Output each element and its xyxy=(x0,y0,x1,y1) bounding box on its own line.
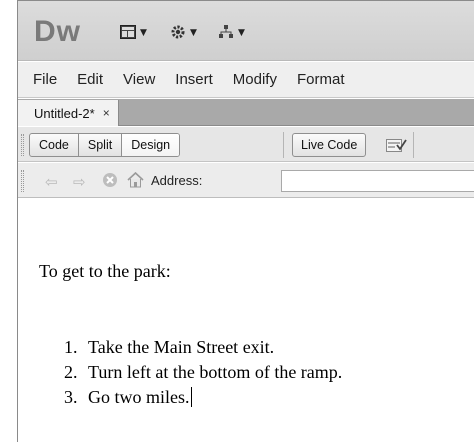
toolbar-grip[interactable] xyxy=(21,170,24,192)
inspect-icon[interactable] xyxy=(386,136,408,158)
ordered-list: Take the Main Street exit. Turn left at … xyxy=(58,335,342,410)
chevron-down-icon: ▼ xyxy=(190,28,197,38)
dw-logo: Dw xyxy=(34,15,81,48)
toolbar-divider xyxy=(413,132,414,158)
back-arrow-icon[interactable]: ⇦ xyxy=(45,173,58,191)
layout-icon xyxy=(120,24,136,42)
design-view-canvas[interactable]: To get to the park: Take the Main Street… xyxy=(18,199,474,443)
text-cursor xyxy=(190,387,192,407)
stop-icon[interactable] xyxy=(102,172,118,192)
menu-view[interactable]: View xyxy=(123,71,155,88)
live-code-button[interactable]: Live Code xyxy=(292,133,367,157)
app-bar: Dw ▼ ▼ ▼ xyxy=(18,1,474,61)
dreamweaver-window: Dw ▼ ▼ ▼ File Edit View Insert Modify Fo… xyxy=(17,0,474,443)
gear-icon xyxy=(170,24,186,43)
layout-menu-button[interactable]: ▼ xyxy=(120,23,147,43)
document-tab[interactable]: Untitled-2* × xyxy=(18,100,119,126)
home-icon[interactable] xyxy=(127,171,144,192)
toolbar-grip[interactable] xyxy=(21,134,24,156)
menu-format[interactable]: Format xyxy=(297,71,345,88)
list-item: Take the Main Street exit. xyxy=(82,335,342,360)
menu-file[interactable]: File xyxy=(33,71,57,88)
browser-navigation-bar: ⇦ ⇨ Address: xyxy=(18,163,474,198)
toolbar-divider xyxy=(283,132,284,158)
forward-arrow-icon[interactable]: ⇨ xyxy=(73,173,86,191)
code-view-button[interactable]: Code xyxy=(30,134,79,156)
site-icon xyxy=(218,24,234,43)
split-view-button[interactable]: Split xyxy=(79,134,123,156)
design-view-button[interactable]: Design xyxy=(122,134,180,156)
address-label: Address: xyxy=(151,173,203,188)
chevron-down-icon: ▼ xyxy=(238,28,245,38)
list-item-text: Go two miles. xyxy=(88,387,190,407)
menu-insert[interactable]: Insert xyxy=(175,71,213,88)
list-item: Go two miles. xyxy=(82,385,342,410)
menu-bar: File Edit View Insert Modify Format xyxy=(18,62,474,98)
document-tab-label: Untitled-2* xyxy=(34,105,95,121)
close-icon[interactable]: × xyxy=(103,106,110,120)
extend-menu-button[interactable]: ▼ xyxy=(170,23,197,43)
document-paragraph: To get to the park: xyxy=(39,261,171,281)
list-item: Turn left at the bottom of the ramp. xyxy=(82,360,342,385)
menu-modify[interactable]: Modify xyxy=(233,71,277,88)
view-mode-switcher: Code Split Design xyxy=(29,133,181,157)
menu-edit[interactable]: Edit xyxy=(77,71,103,88)
site-menu-button[interactable]: ▼ xyxy=(218,23,245,43)
address-input[interactable] xyxy=(281,170,474,192)
document-tab-bar: Untitled-2* × xyxy=(18,99,474,126)
chevron-down-icon: ▼ xyxy=(140,28,147,38)
document-toolbar: Code Split Design Live Code xyxy=(18,127,474,162)
